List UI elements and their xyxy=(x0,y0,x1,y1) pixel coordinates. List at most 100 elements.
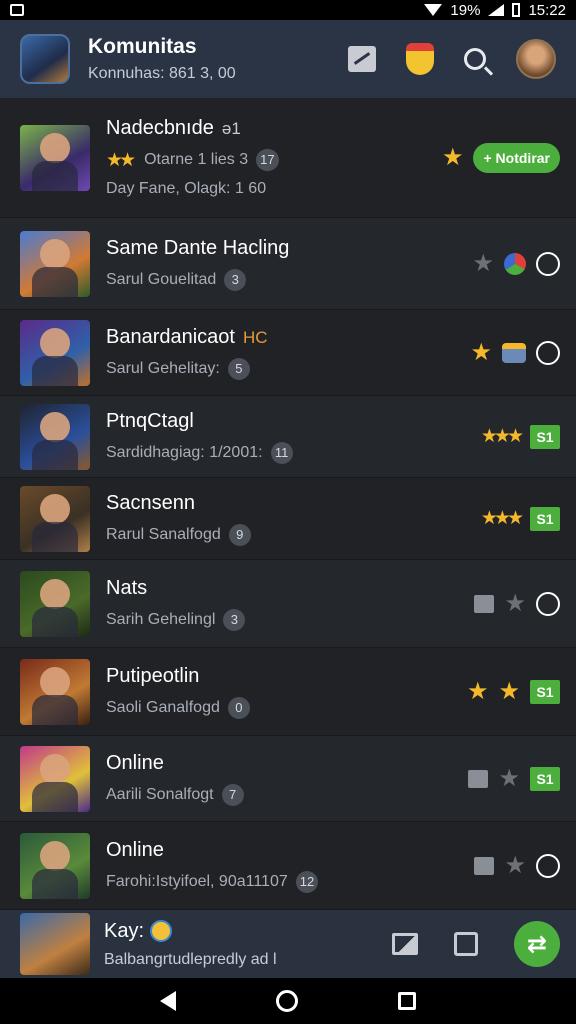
list-item-text: Nadecbnıde ə1 ★★ Otarne 1 lies 3 17 Day Fan… xyxy=(106,117,442,198)
list-item-actions: ★★★ S1 xyxy=(480,506,576,531)
list-item[interactable]: Same Dante Hacling Sarul Gouelitad 3 ★ xyxy=(0,218,576,310)
title-tag: ə1 xyxy=(221,119,241,138)
now-playing-subtitle: Balbangrtudlepredly ad l xyxy=(104,950,277,968)
edit-check-icon[interactable] xyxy=(468,769,489,788)
list-item-title: PtnqCtagl xyxy=(106,409,194,432)
star-outline-icon[interactable]: ★ xyxy=(472,251,494,276)
list-item[interactable]: Online Aarili Sonalfogt 7 ★ S1 xyxy=(0,736,576,822)
star-icon[interactable]: ★ xyxy=(498,679,520,704)
rating-stars: ★★★ xyxy=(480,426,524,447)
game-thumbnail xyxy=(20,124,90,191)
list-item-actions: ★★★ S1 xyxy=(480,424,576,449)
rating-stars: ★★ xyxy=(106,149,136,171)
now-playing-text: Kay: Balbangrtudlepredly ad l xyxy=(104,920,277,969)
rating-stars: ★★★ xyxy=(480,508,524,529)
list-item-subtitle: Sarih Gehelingl 3 xyxy=(106,608,474,631)
app-bar-actions xyxy=(348,39,556,79)
image-icon[interactable] xyxy=(392,933,418,955)
list-item-subtitle: Sarul Gouelitad 3 xyxy=(106,268,472,291)
title-tag: HC xyxy=(242,327,268,347)
signal-icon xyxy=(488,4,505,16)
list-item-subtitle: ★★ Otarne 1 lies 3 17 xyxy=(106,149,442,171)
list-item-meta: Day Fane, Olagk: 1 60 xyxy=(106,180,267,197)
home-icon[interactable] xyxy=(276,990,298,1012)
battery-percent: 19% xyxy=(450,1,481,19)
list-item-actions: ★ S1 xyxy=(468,766,576,791)
community-avatar[interactable] xyxy=(20,34,70,84)
sync-fab-button[interactable]: ⇄ xyxy=(514,921,560,967)
list-item-subtitle: Rarul Sanalfogd 9 xyxy=(106,523,481,546)
star-outline-icon[interactable]: ★ xyxy=(504,591,526,616)
subtitle-text: Rarul Sanalfogd xyxy=(106,525,221,543)
count-badge: 3 xyxy=(223,608,246,631)
list-item-title: Online xyxy=(106,838,164,861)
count-badge: 9 xyxy=(228,523,251,546)
subtitle-text: Otarne 1 lies 3 xyxy=(144,151,249,168)
season-badge: S1 xyxy=(530,679,560,704)
list-item-subtitle: Farohi:Istyifoel, 90a11107 12 xyxy=(106,870,474,893)
list-item-actions: ★ xyxy=(474,591,576,616)
share-box-icon[interactable] xyxy=(454,932,478,956)
page-subtitle: Konnuhas: 861 3, 00 xyxy=(88,65,236,82)
list-item[interactable]: Nadecbnıde ə1 ★★ Otarne 1 lies 3 17 Day Fan… xyxy=(0,98,576,218)
now-playing-title: Kay: xyxy=(104,920,277,943)
now-playing-title-text: Kay: xyxy=(104,919,145,942)
subtitle-text: Sarih Gehelingl xyxy=(106,610,216,628)
list-item-text: Putipeotlin Saoli Ganalfogd 0 xyxy=(106,665,467,719)
select-radio[interactable] xyxy=(536,853,560,878)
chat-icon[interactable] xyxy=(502,342,526,363)
count-badge: 11 xyxy=(270,441,293,464)
star-icon[interactable]: ★ xyxy=(467,679,489,704)
list-item-actions: ★ ★ S1 xyxy=(467,679,576,704)
subtitle-text: Sardidhagiag: 1/2001: xyxy=(106,443,263,461)
edit-check-icon[interactable] xyxy=(474,856,495,875)
list-item[interactable]: Online Farohi:Istyifoel, 90a11107 12 ★ xyxy=(0,822,576,910)
list-item-text: Same Dante Hacling Sarul Gouelitad 3 xyxy=(106,237,472,291)
subtitle-text: Sarul Gehelitay: xyxy=(106,359,220,377)
select-radio[interactable] xyxy=(536,340,560,365)
edit-check-icon[interactable] xyxy=(474,594,495,613)
search-icon[interactable] xyxy=(464,48,486,70)
count-badge: 7 xyxy=(221,783,244,806)
list-item-title: Nadecbnıde ə1 xyxy=(106,117,442,140)
now-playing-thumbnail xyxy=(20,913,90,975)
list-item-title: Putipeotlin xyxy=(106,664,200,687)
star-outline-icon[interactable]: ★ xyxy=(498,766,520,791)
recents-icon[interactable] xyxy=(398,992,416,1010)
now-playing-bar[interactable]: Kay: Balbangrtudlepredly ad l ⇄ xyxy=(0,910,576,978)
star-icon[interactable]: ★ xyxy=(470,340,492,365)
game-thumbnail xyxy=(20,745,90,812)
edit-icon[interactable] xyxy=(348,46,376,72)
back-icon[interactable] xyxy=(160,991,176,1011)
list-item-title: Sacnsenn xyxy=(106,491,195,514)
notification-icon xyxy=(10,4,24,16)
game-thumbnail xyxy=(20,832,90,899)
battery-icon xyxy=(512,3,521,17)
list-item[interactable]: Banardanicaot HC Sarul Gehelitay: 5 ★ xyxy=(0,310,576,396)
count-badge: 0 xyxy=(227,696,250,719)
app-bar: Komunitas Konnuhas: 861 3, 00 xyxy=(0,20,576,98)
list-item-subtitle: Saoli Ganalfogd 0 xyxy=(106,696,467,719)
select-radio[interactable] xyxy=(536,591,560,616)
list-item-text: Online Farohi:Istyifoel, 90a11107 12 xyxy=(106,839,474,893)
system-nav-bar xyxy=(0,978,576,1024)
page-title: Komunitas xyxy=(88,35,197,58)
profile-avatar[interactable] xyxy=(516,39,556,79)
list-item[interactable]: Nats Sarih Gehelingl 3 ★ xyxy=(0,560,576,648)
list-item-text: Online Aarili Sonalfogt 7 xyxy=(106,752,468,806)
list-item-subtitle: Aarili Sonalfogt 7 xyxy=(106,783,468,806)
select-radio[interactable] xyxy=(536,251,560,276)
subtitle-text: Saoli Ganalfogd xyxy=(106,698,220,716)
list-item[interactable]: Putipeotlin Saoli Ganalfogd 0 ★ ★ S1 xyxy=(0,648,576,736)
list-item[interactable]: PtnqCtagl Sardidhagiag: 1/2001: 11 ★★★ S1 xyxy=(0,396,576,478)
list-item-subtitle: Sardidhagiag: 1/2001: 11 xyxy=(106,441,481,464)
list-item[interactable]: Sacnsenn Rarul Sanalfogd 9 ★★★ S1 xyxy=(0,478,576,560)
list-item-actions: ★ xyxy=(472,251,576,276)
notify-button[interactable]: + Notdirar xyxy=(473,142,560,173)
star-outline-icon[interactable]: ★ xyxy=(504,853,526,878)
badge-icon[interactable] xyxy=(406,43,434,75)
season-badge: S1 xyxy=(530,766,560,791)
count-badge: 12 xyxy=(295,870,319,893)
game-thumbnail xyxy=(20,319,90,386)
star-icon[interactable]: ★ xyxy=(442,145,464,170)
